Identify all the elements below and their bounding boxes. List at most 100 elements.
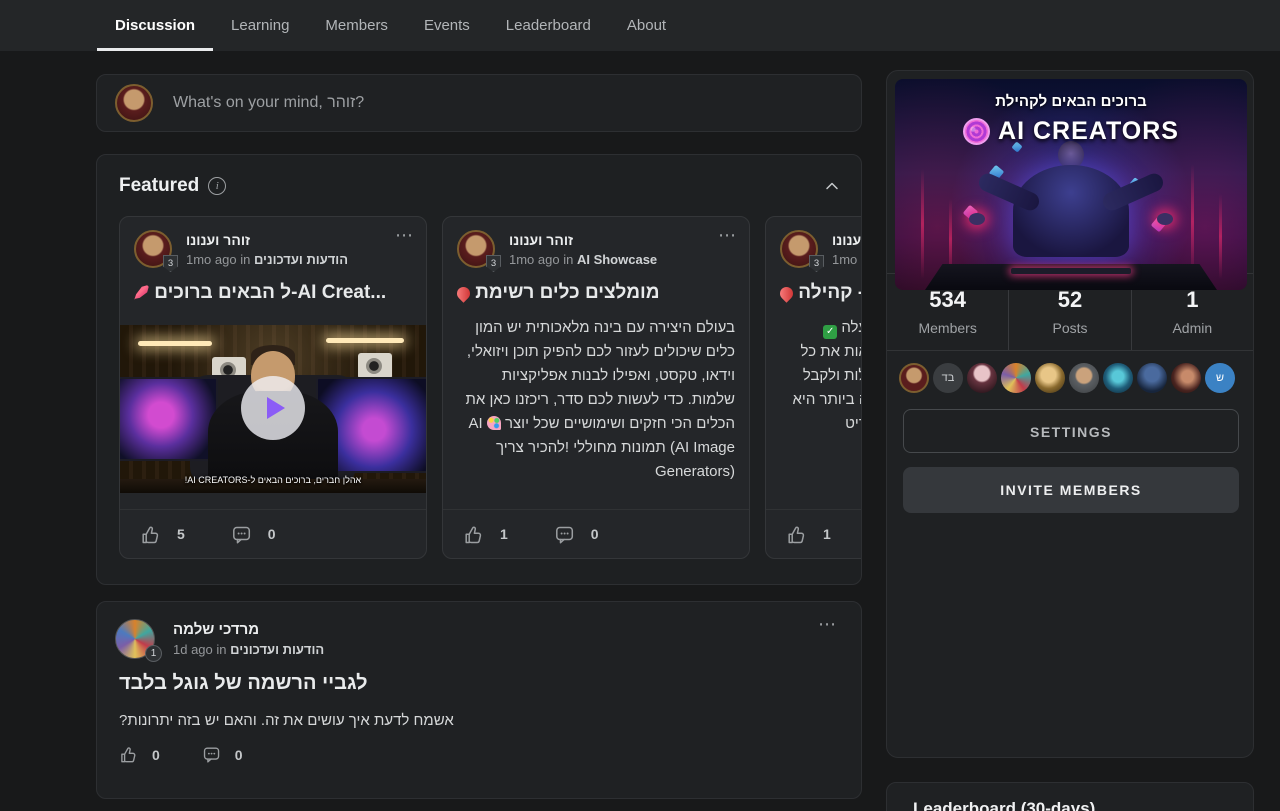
group-banner-image[interactable]: ברוכים הבאים לקהילת AI CREATORS (895, 79, 1247, 290)
admins-count: 1 (1132, 287, 1253, 313)
collapse-featured-button[interactable] (823, 177, 841, 195)
comment-count: 0 (591, 526, 599, 542)
post-title[interactable]: קהילה - מדריך התמצאות (766, 282, 862, 304)
member-avatar[interactable]: ש (1205, 363, 1235, 393)
post-time: 1mo ago in (509, 252, 573, 267)
featured-section: Featured i 3 זוהר וענונו 1mo ago in הודע… (96, 154, 862, 585)
light-streak (1219, 194, 1222, 279)
tab-learning[interactable]: Learning (213, 0, 307, 51)
feed-post-google-signup[interactable]: 1 מרדכי שלמה 1d ago in הודעות ועדכונים ⋯… (96, 601, 862, 799)
light-streak (1191, 164, 1194, 279)
video-caption: אהלן חברים, ברוכים הבאים ל-AI CREATORS! (120, 475, 426, 485)
post-author[interactable]: זוהר וענונו (832, 232, 862, 248)
post-body: רוצים להבין איך הכל עובד? למעלה היכנסו ל… (766, 316, 862, 436)
post-title[interactable]: לגביי הרשמה של גוגל בלבד (97, 672, 861, 695)
composer-placeholder: What's on your mind, זוהר? (173, 94, 364, 112)
featured-cards-row: 3 זוהר וענונו 1mo ago in הודעות ועדכונים… (97, 216, 862, 559)
chat-bubble-icon (554, 524, 575, 545)
figure-torso (1013, 165, 1129, 257)
members-count: 534 (887, 287, 1008, 313)
post-author[interactable]: זוהר וענונו (509, 232, 657, 248)
group-sidebar: ברוכים הבאים לקהילת AI CREATORS AI Creat… (886, 70, 1254, 758)
like-count: 1 (500, 526, 508, 542)
banner-keyboard (1011, 268, 1131, 274)
play-button-icon[interactable] (241, 376, 305, 440)
like-count: 1 (823, 526, 831, 542)
member-avatar[interactable] (1035, 363, 1065, 393)
post-menu-icon[interactable]: ⋯ (718, 225, 737, 246)
like-count: 0 (152, 747, 160, 763)
member-avatar[interactable] (1171, 363, 1201, 393)
tab-members[interactable]: Members (307, 0, 406, 51)
post-time: 1d ago in (173, 642, 227, 657)
member-avatar[interactable] (1001, 363, 1031, 393)
post-composer[interactable]: What's on your mind, זוהר? (96, 74, 862, 132)
brain-icon (963, 118, 990, 145)
member-avatar[interactable]: בד (933, 363, 963, 393)
featured-post-welcome[interactable]: 3 זוהר וענונו 1mo ago in הודעות ועדכונים… (119, 216, 427, 559)
comment-count: 0 (268, 526, 276, 542)
chat-bubble-icon (202, 745, 221, 764)
community-tab-bar: Discussion Learning Members Events Leade… (0, 0, 1280, 51)
thumb-up-icon (119, 745, 138, 764)
post-menu-icon[interactable]: ⋯ (818, 614, 837, 635)
member-avatar[interactable] (1069, 363, 1099, 393)
member-avatar[interactable] (899, 363, 929, 393)
member-avatar[interactable] (1137, 363, 1167, 393)
post-meta: 1mo ago in הודעות ועדכונים (186, 252, 348, 267)
post-body: אשמח לדעת איך עושים את זה. והאם יש בזה י… (97, 712, 861, 729)
like-button[interactable] (463, 524, 484, 545)
tab-about[interactable]: About (609, 0, 684, 51)
like-button[interactable] (786, 524, 807, 545)
like-button[interactable] (140, 524, 161, 545)
like-count: 5 (177, 526, 185, 542)
member-avatar[interactable] (967, 363, 997, 393)
post-meta: 1mo ago in AI Showcase (509, 252, 657, 267)
level-badge: 3 (809, 255, 824, 272)
level-badge: 3 (163, 255, 178, 272)
tab-discussion[interactable]: Discussion (97, 0, 213, 51)
settings-button[interactable]: SETTINGS (903, 409, 1239, 453)
posts-label: Posts (1009, 320, 1130, 336)
speaker (358, 353, 392, 379)
post-meta: 1d ago in הודעות ועדכונים (173, 642, 324, 657)
post-time: 1mo ago in (832, 252, 862, 267)
chat-bubble-icon (231, 524, 252, 545)
current-user-avatar[interactable] (115, 84, 153, 122)
comment-count: 0 (235, 747, 243, 763)
members-label: Members (887, 320, 1008, 336)
figure-hand (969, 213, 985, 225)
thumb-up-icon (786, 524, 807, 545)
comment-button[interactable] (202, 745, 221, 764)
studio-light (138, 341, 212, 346)
featured-post-guide[interactable]: 3 זוהר וענונו 1mo ago in הודעות ועדכונים… (765, 216, 862, 559)
post-category[interactable]: AI Showcase (577, 252, 657, 267)
monitor-left (120, 377, 218, 461)
tab-events[interactable]: Events (406, 0, 488, 51)
info-icon[interactable]: i (208, 177, 226, 195)
post-title[interactable]: רשימת כלים מומלצים (443, 282, 749, 304)
post-author[interactable]: מרדכי שלמה (173, 621, 324, 638)
tab-leaderboard[interactable]: Leaderboard (488, 0, 609, 51)
chevron-up-icon (823, 177, 841, 195)
member-avatars-row: בד ש (887, 351, 1253, 393)
comment-button[interactable] (554, 524, 575, 545)
video-thumbnail[interactable]: אהלן חברים, ברוכים הבאים ל-AI CREATORS! (120, 325, 426, 493)
figure-hand (1157, 213, 1173, 225)
featured-post-tools[interactable]: 3 זוהר וענונו 1mo ago in AI Showcase ⋯ ר… (442, 216, 750, 559)
post-category[interactable]: הודעות ועדכונים (254, 252, 348, 267)
admins-label: Admin (1132, 320, 1253, 336)
studio-light (326, 338, 404, 343)
post-time: 1mo ago in (186, 252, 250, 267)
post-author[interactable]: זוהר וענונו (186, 232, 348, 248)
post-category[interactable]: הודעות ועדכונים (230, 642, 324, 657)
thumb-up-icon (140, 524, 161, 545)
level-badge: 1 (145, 645, 162, 662)
banner-welcome-text: ברוכים הבאים לקהילת (895, 93, 1247, 110)
post-title[interactable]: ברוכים הבאים ל-AI Creat... (120, 282, 426, 304)
member-avatar[interactable] (1103, 363, 1133, 393)
post-menu-icon[interactable]: ⋯ (395, 225, 414, 246)
like-button[interactable] (119, 745, 138, 764)
invite-members-button[interactable]: INVITE MEMBERS (903, 467, 1239, 513)
comment-button[interactable] (231, 524, 252, 545)
